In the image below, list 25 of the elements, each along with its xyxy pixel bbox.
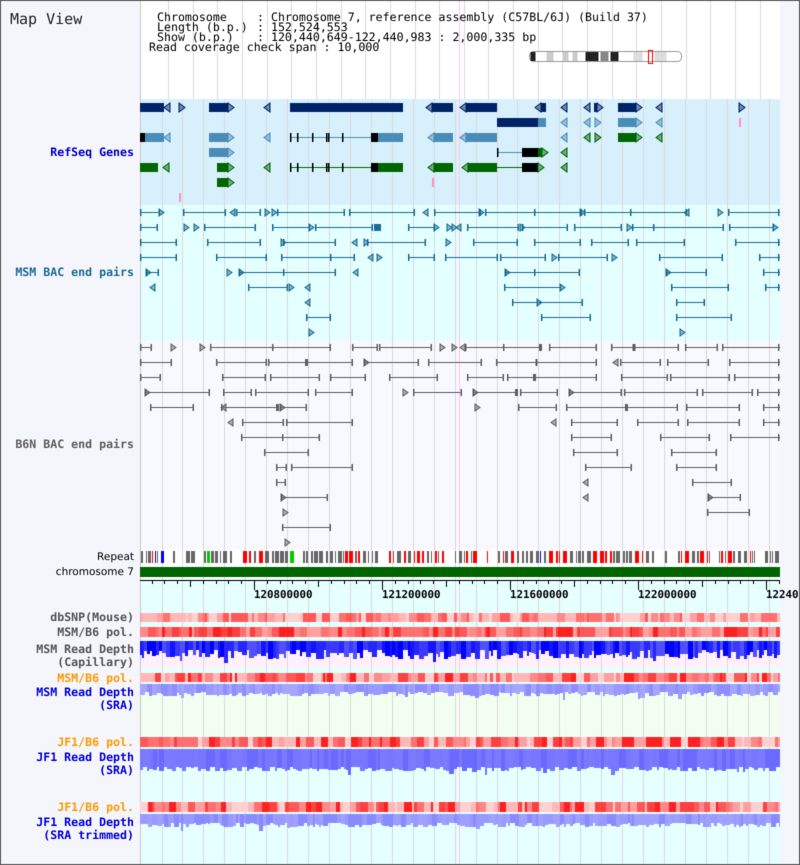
info-line: Chromosome : Chromosome 7, reference assembly (C57BL/6J) (Build 37) <box>157 12 648 22</box>
panel-title: Map View <box>10 10 82 28</box>
track-label: MSM/B6 pol. <box>57 626 134 638</box>
track-label: MSM Read Depth (SRA) <box>35 686 134 711</box>
region-marker <box>648 50 653 64</box>
track-label: MSM/B6 pol. <box>57 672 134 684</box>
track-label: MSM Read Depth (Capillary) <box>35 643 134 668</box>
axis-tick-label: 122000000 <box>638 588 697 601</box>
track-label: Repeat <box>97 551 134 563</box>
track-label: JF1/B6 pol. <box>57 736 134 748</box>
info-line: Length (b.p.) : 152,524,553 <box>157 22 348 32</box>
axis-tick-label: 120800000 <box>254 588 313 601</box>
info-line: Show (b.p.) : 120,440,649-122,440,983 : 2,000,335 bp <box>157 32 536 42</box>
axis-tick-label: 121200000 <box>382 588 441 601</box>
track-label: JF1 Read Depth (SRA trimmed) <box>35 816 134 841</box>
track-label: JF1 Read Depth (SRA) <box>35 751 134 776</box>
track-label: B6N BAC end pairs <box>15 438 134 451</box>
info-line: Read coverage check span : 10,000 <box>149 42 380 52</box>
track-label: dbSNP(Mouse) <box>50 611 134 624</box>
track-label: MSM BAC end pairs <box>15 266 134 279</box>
track-label: RefSeq Genes <box>50 146 134 158</box>
axis-tick-label: 121600000 <box>510 588 569 601</box>
track-label: chromosome 7 <box>56 566 134 578</box>
axis-tick-label: 12240 <box>766 588 799 601</box>
track-label: JF1/B6 pol. <box>57 801 134 814</box>
